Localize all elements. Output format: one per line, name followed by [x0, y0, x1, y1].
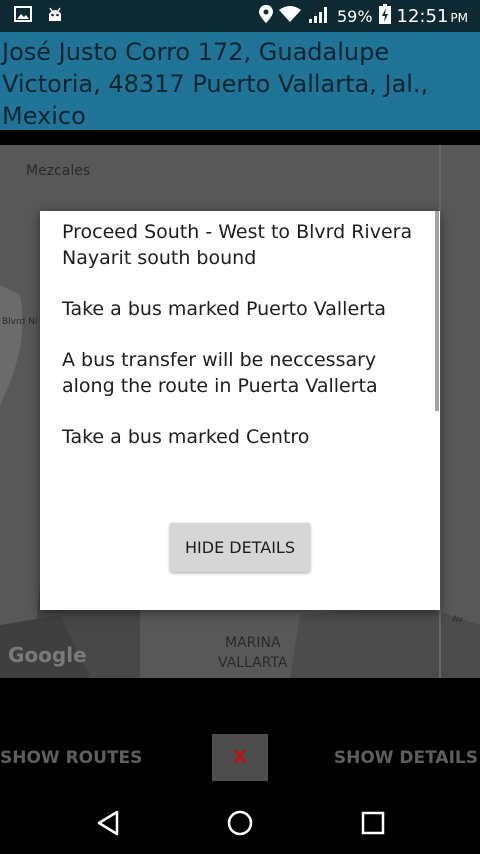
map-label-mezcales: Mezcales — [26, 163, 91, 179]
status-bar: 59% 12:51 PM — [0, 0, 480, 32]
recents-icon[interactable] — [358, 808, 388, 838]
hide-details-button[interactable]: HIDE DETAILS — [170, 523, 310, 572]
dialog-scrollbar[interactable] — [435, 211, 439, 411]
map-label-marina: MARINA — [225, 635, 281, 651]
gallery-icon — [14, 6, 32, 26]
close-button[interactable]: X — [212, 734, 268, 781]
direction-step: A bus transfer will be neccessary along … — [62, 349, 378, 397]
wifi-icon — [278, 6, 301, 26]
battery-icon — [378, 4, 391, 28]
directions-dialog: Proceed South - West to Blvrd Rivera Nay… — [40, 211, 440, 610]
show-routes-button[interactable]: SHOW ROUTES — [0, 748, 142, 768]
battery-percent: 59% — [336, 6, 373, 26]
clock: 12:51 PM — [397, 6, 468, 27]
clock-time: 12:51 — [396, 5, 449, 27]
navigation-bar — [0, 788, 480, 854]
android-icon — [46, 6, 64, 26]
directions-list: Proceed South - West to Blvrd Rivera Nay… — [62, 219, 422, 475]
direction-step: Take a bus marked Centro — [62, 426, 310, 448]
map-label-blvrd: Blvrd Ni — [2, 317, 38, 327]
google-logo: Google — [8, 643, 87, 667]
bottom-actions: SHOW ROUTES X SHOW DETAILS — [0, 678, 480, 788]
direction-step: Proceed South - West to Blvrd Rivera Nay… — [62, 221, 413, 269]
map-label-vallarta: VALLARTA — [218, 655, 288, 671]
clock-ampm: PM — [450, 10, 468, 25]
back-icon[interactable] — [93, 808, 123, 838]
home-icon[interactable] — [225, 808, 255, 838]
location-icon — [258, 5, 273, 27]
map-label-av: Av — [452, 615, 463, 625]
signal-icon — [307, 5, 331, 27]
show-details-button[interactable]: SHOW DETAILS — [334, 748, 478, 768]
address-header: José Justo Corro 172, Guadalupe Victoria… — [0, 32, 480, 130]
direction-step: Take a bus marked Puerto Vallerta — [62, 298, 387, 320]
